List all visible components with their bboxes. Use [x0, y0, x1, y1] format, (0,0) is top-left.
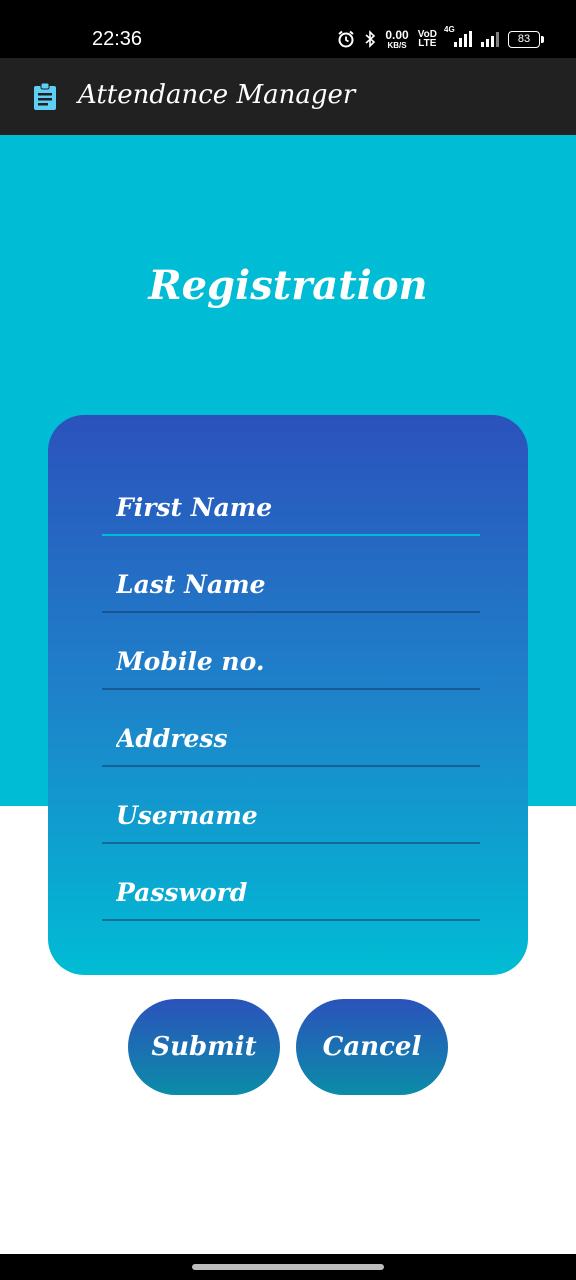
bluetooth-icon [365, 30, 376, 48]
signal-strength-icon-2 [481, 31, 499, 47]
clipboard-icon [34, 83, 56, 110]
volte-indicator: VoD LTE [418, 30, 437, 49]
password-field[interactable] [102, 859, 480, 921]
submit-button[interactable]: Submit [128, 999, 280, 1095]
navigation-bar [0, 1254, 576, 1280]
status-icons: 0.00 KB/S VoD LTE 4G 83 [337, 25, 544, 52]
app-bar: Attendance Manager [0, 58, 576, 135]
page-title: Registration [148, 262, 428, 309]
home-gesture-handle[interactable] [192, 1264, 384, 1270]
cancel-button[interactable]: Cancel [296, 999, 448, 1095]
mobile-no-input[interactable] [102, 628, 480, 688]
volte-bottom-label: LTE [418, 38, 437, 49]
app-title: Attendance Manager [78, 80, 356, 110]
last-name-input[interactable] [102, 551, 480, 611]
mobile-no-field[interactable] [102, 628, 480, 690]
registration-form-card [48, 415, 528, 975]
network-type-label: 4G [444, 25, 455, 34]
username-input[interactable] [102, 782, 480, 842]
network-speed: 0.00 KB/S [385, 29, 408, 50]
first-name-field[interactable] [102, 474, 480, 536]
password-input[interactable] [102, 859, 480, 919]
alarm-icon [338, 30, 355, 48]
last-name-field[interactable] [102, 551, 480, 613]
address-input[interactable] [102, 705, 480, 765]
status-time: 22:36 [92, 28, 143, 50]
network-speed-unit: KB/S [387, 40, 407, 50]
signal-4g: 4G [444, 25, 472, 47]
status-bar: 22:36 0.00 KB/S VoD LTE 4G 83 [0, 0, 576, 58]
address-field[interactable] [102, 705, 480, 767]
network-speed-value: 0.00 [385, 27, 409, 42]
username-field[interactable] [102, 782, 480, 844]
first-name-input[interactable] [102, 474, 480, 534]
battery-icon: 83 [508, 30, 544, 48]
signal-strength-icon [454, 31, 472, 47]
